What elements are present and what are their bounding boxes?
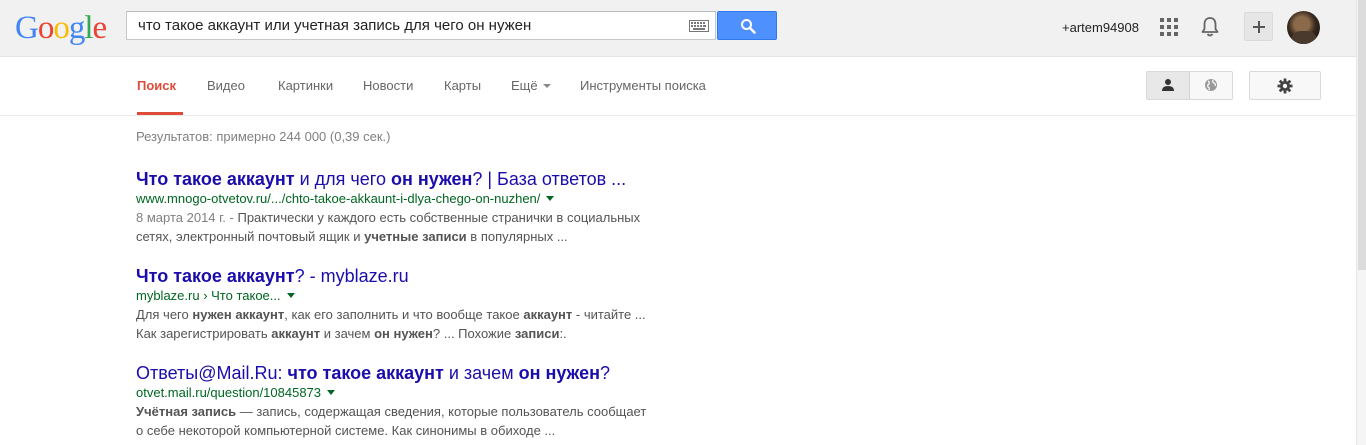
notifications-bell-icon[interactable] xyxy=(1200,16,1220,38)
result-url-text: otvet.mail.ru/question/10845873 xyxy=(136,385,322,400)
result-url: otvet.mail.ru/question/10845873 xyxy=(136,384,656,401)
result-url: www.mnogo-otvetov.ru/.../chto-takoe-akka… xyxy=(136,190,656,207)
gear-icon xyxy=(1277,78,1293,94)
personal-results-button[interactable] xyxy=(1147,72,1190,99)
tab-more-label: Ещё xyxy=(511,78,538,93)
result-url-text: www.mnogo-otvetov.ru/.../chto-takoe-akka… xyxy=(136,191,541,206)
logo-letter: o xyxy=(37,10,54,46)
result-stats: Результатов: примерно 244 000 (0,39 сек.… xyxy=(136,129,391,144)
result-title-link[interactable]: Ответы@Mail.Ru: что такое аккаунт и заче… xyxy=(136,362,641,384)
search-box[interactable] xyxy=(126,11,716,40)
apps-grid-icon[interactable] xyxy=(1160,18,1178,36)
search-result: Ответы@Mail.Ru: что такое аккаунт и заче… xyxy=(136,362,656,440)
global-results-button[interactable] xyxy=(1190,72,1232,99)
chevron-down-icon xyxy=(542,84,551,88)
search-icon xyxy=(741,19,756,34)
url-dropdown-arrow-icon[interactable] xyxy=(286,293,295,298)
result-url: myblaze.ru › Что такое... xyxy=(136,287,656,304)
logo-letter: g xyxy=(68,10,85,46)
page-scrollbar[interactable] xyxy=(1356,0,1366,445)
tab-images[interactable]: Картинки xyxy=(278,78,333,93)
result-snippet: Учётная запись — запись, содержащая свед… xyxy=(136,404,647,438)
logo-letter: G xyxy=(15,10,39,46)
url-dropdown-arrow-icon[interactable] xyxy=(546,196,555,201)
tab-video[interactable]: Видео xyxy=(207,78,245,93)
settings-button[interactable] xyxy=(1249,71,1321,100)
person-icon xyxy=(1162,79,1174,91)
search-result: Что такое аккаунт и для чего он нужен? |… xyxy=(136,168,656,246)
search-result: Что такое аккаунт? - myblaze.ru myblaze.… xyxy=(136,265,656,343)
result-url-text: myblaze.ru › Что такое... xyxy=(136,288,281,303)
result-title-link[interactable]: Что такое аккаунт и для чего он нужен? |… xyxy=(136,168,641,190)
tab-maps[interactable]: Карты xyxy=(444,78,481,93)
search-button[interactable] xyxy=(717,11,777,40)
share-plus-button[interactable] xyxy=(1244,12,1273,41)
logo-letter: l xyxy=(84,10,93,46)
tab-search[interactable]: Поиск xyxy=(137,78,176,93)
keyboard-icon[interactable] xyxy=(689,20,709,32)
google-logo[interactable]: Google xyxy=(15,9,108,47)
result-title-link[interactable]: Что такое аккаунт? - myblaze.ru xyxy=(136,265,641,287)
avatar[interactable] xyxy=(1287,11,1320,44)
logo-letter: e xyxy=(92,10,108,46)
tab-news[interactable]: Новости xyxy=(363,78,413,93)
tab-more[interactable]: Ещё xyxy=(511,78,551,93)
results-toggle xyxy=(1146,71,1233,100)
plus-icon xyxy=(1253,21,1265,33)
search-input[interactable] xyxy=(127,12,677,39)
top-bar: Google +artem94908 xyxy=(0,0,1356,57)
scrollbar-thumb[interactable] xyxy=(1358,0,1366,270)
active-tab-indicator xyxy=(137,112,183,115)
search-tabs-bar: Поиск Видео Картинки Новости Карты Ещё И… xyxy=(0,57,1356,116)
tab-search-tools[interactable]: Инструменты поиска xyxy=(580,78,706,93)
username-link[interactable]: +artem94908 xyxy=(1062,20,1139,35)
result-snippet: Для чего нужен аккаунт, как его заполнит… xyxy=(136,307,646,341)
globe-icon xyxy=(1205,79,1217,91)
url-dropdown-arrow-icon[interactable] xyxy=(327,390,336,395)
logo-letter: o xyxy=(53,10,69,46)
result-snippet: 8 марта 2014 г. - Практически у каждого … xyxy=(136,210,641,244)
